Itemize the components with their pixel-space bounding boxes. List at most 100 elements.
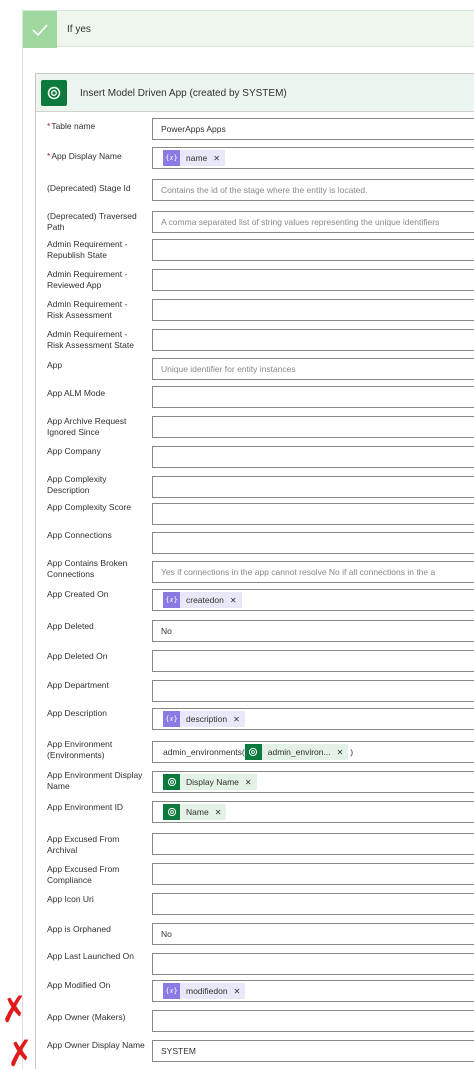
expression-icon: {𝑥}: [163, 983, 180, 999]
dynamic-content-token[interactable]: {𝑥} name ✕: [163, 150, 225, 166]
annotation-x-mark: ✗: [0, 988, 32, 1032]
field-label: App Modified On: [47, 980, 145, 991]
remove-token-icon[interactable]: ✕: [233, 715, 240, 724]
field-input[interactable]: [152, 446, 474, 468]
field-value: No: [161, 626, 172, 636]
dynamic-content-token[interactable]: {𝑥} description ✕: [163, 711, 245, 727]
field-input[interactable]: A comma separated list of string values …: [152, 211, 474, 233]
field-label-text: App Excused From Archival: [47, 834, 120, 855]
expression-suffix: ): [350, 747, 354, 757]
flow-canvas: If yes Insert Model Driven App (created …: [0, 0, 474, 1069]
action-card-header[interactable]: Insert Model Driven App (created by SYST…: [36, 74, 474, 112]
field-placeholder: Contains the id of the stage where the e…: [161, 185, 368, 195]
field-label-text: App Archive Request Ignored Since: [47, 416, 127, 437]
remove-token-icon[interactable]: ✕: [215, 808, 222, 817]
field-label-text: App Environment Display Name: [47, 770, 143, 791]
field-input[interactable]: {𝑥} name ✕: [152, 147, 474, 169]
field-input[interactable]: [152, 532, 474, 554]
required-marker: *: [47, 121, 51, 131]
token-label: name: [186, 153, 208, 163]
field-input[interactable]: [152, 476, 474, 498]
field-label: App Environment ID: [47, 802, 145, 813]
field-label: App Archive Request Ignored Since: [47, 416, 145, 438]
field-label-text: Table name: [51, 121, 96, 131]
field-input[interactable]: Contains the id of the stage where the e…: [152, 179, 474, 201]
field-label-text: App Display Name: [51, 151, 122, 161]
field-input[interactable]: {𝑥} createdon ✕: [152, 589, 474, 611]
dynamic-content-token[interactable]: admin_environ... ✕: [244, 744, 349, 760]
field-placeholder: Yes if connections in the app cannot res…: [161, 567, 436, 577]
field-input[interactable]: admin_environments(admin_environ... ✕): [152, 741, 474, 763]
dynamic-content-token[interactable]: {𝑥} modifiedon ✕: [163, 983, 246, 999]
remove-token-icon[interactable]: ✕: [234, 987, 241, 996]
field-input[interactable]: Display Name ✕: [152, 771, 474, 793]
field-input[interactable]: [152, 503, 474, 525]
remove-token-icon[interactable]: ✕: [245, 778, 252, 787]
field-input[interactable]: [152, 416, 474, 438]
field-input[interactable]: [152, 863, 474, 885]
field-label-text: App Environment ID: [47, 802, 124, 812]
dynamic-content-token[interactable]: Name ✕: [163, 804, 227, 820]
token-label: admin_environ...: [267, 747, 331, 757]
field-input[interactable]: Name ✕: [152, 801, 474, 823]
field-label-text: App is Orphaned: [47, 924, 111, 934]
remove-token-icon[interactable]: ✕: [213, 154, 220, 163]
field-input[interactable]: {𝑥} description ✕: [152, 708, 474, 730]
field-label-text: App Description: [47, 708, 108, 718]
action-title: Insert Model Driven App (created by SYST…: [80, 88, 287, 99]
field-label-text: App: [47, 360, 63, 370]
expression-icon: {𝑥}: [163, 711, 180, 727]
annotation-x-mark: ✗: [3, 1032, 38, 1069]
field-input[interactable]: Unique identifier for entity instances: [152, 358, 474, 380]
field-label: App ALM Mode: [47, 388, 145, 399]
field-label: App Connections: [47, 530, 145, 541]
field-input[interactable]: {𝑥} modifiedon ✕: [152, 980, 474, 1002]
field-label: App Environment Display Name: [47, 770, 145, 792]
field-input[interactable]: [152, 239, 474, 261]
field-label-text: Admin Requirement - Reviewed App: [47, 269, 128, 290]
field-label: App Last Launched On: [47, 951, 145, 962]
field-input[interactable]: [152, 650, 474, 672]
field-label: Admin Requirement - Republish State: [47, 239, 145, 261]
field-input[interactable]: [152, 299, 474, 321]
field-label-text: App Complexity Description: [47, 474, 107, 495]
field-input[interactable]: [152, 680, 474, 702]
field-label: Admin Requirement - Reviewed App: [47, 269, 145, 291]
field-label-text: Admin Requirement - Republish State: [47, 239, 128, 260]
field-label-text: App ALM Mode: [47, 388, 106, 398]
field-input[interactable]: [152, 386, 474, 408]
field-placeholder: A comma separated list of string values …: [161, 217, 440, 227]
field-label-text: App Deleted: [47, 621, 94, 631]
remove-token-icon[interactable]: ✕: [337, 748, 344, 757]
field-label: App Complexity Description: [47, 474, 145, 496]
field-label-text: App Owner (Makers): [47, 1012, 126, 1022]
field-label-text: (Deprecated) Traversed Path: [47, 211, 137, 232]
field-label: App Deleted On: [47, 651, 145, 662]
field-input[interactable]: No: [152, 923, 474, 945]
field-input[interactable]: [152, 1010, 474, 1032]
field-label-text: App Created On: [47, 589, 109, 599]
field-label-text: (Deprecated) Stage Id: [47, 183, 131, 193]
field-label: *App Display Name: [47, 151, 145, 162]
field-label: App Deleted: [47, 621, 145, 632]
checkmark-icon: [23, 11, 57, 48]
dynamic-content-token[interactable]: {𝑥} createdon ✕: [163, 592, 242, 608]
field-input[interactable]: SYSTEM: [152, 1040, 474, 1062]
field-label: (Deprecated) Traversed Path: [47, 211, 145, 233]
field-label-text: Admin Requirement - Risk Assessment Stat…: [47, 329, 134, 350]
field-label-text: Admin Requirement - Risk Assessment: [47, 299, 128, 320]
field-input[interactable]: [152, 953, 474, 975]
dynamic-content-token[interactable]: Display Name ✕: [163, 774, 257, 790]
field-label: App Excused From Archival: [47, 834, 145, 856]
if-yes-branch-header[interactable]: If yes: [22, 10, 474, 48]
field-input[interactable]: [152, 329, 474, 351]
field-input[interactable]: [152, 893, 474, 915]
remove-token-icon[interactable]: ✕: [230, 596, 237, 605]
field-input[interactable]: [152, 833, 474, 855]
field-input[interactable]: No: [152, 620, 474, 642]
branch-label: If yes: [67, 24, 91, 35]
token-label: Display Name: [186, 777, 239, 787]
field-input[interactable]: PowerApps Apps: [152, 118, 474, 140]
field-input[interactable]: [152, 269, 474, 291]
field-input[interactable]: Yes if connections in the app cannot res…: [152, 561, 474, 583]
